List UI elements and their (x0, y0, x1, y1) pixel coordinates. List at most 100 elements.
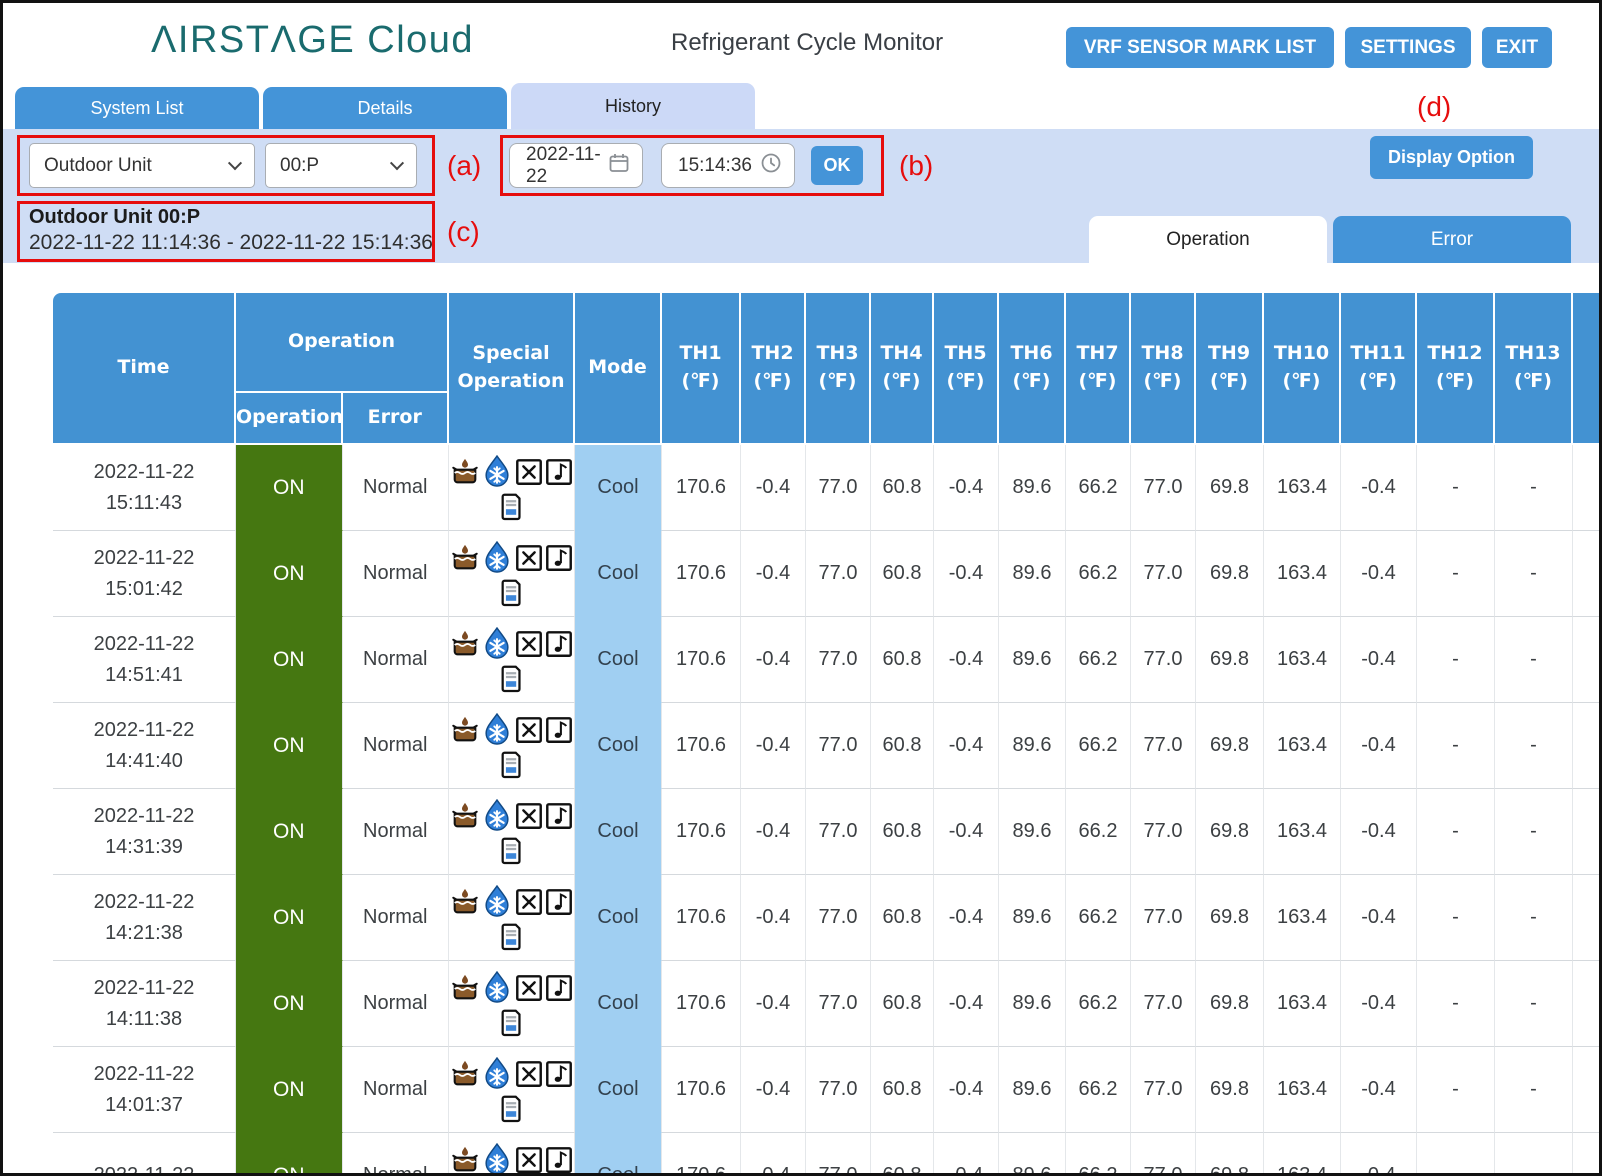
time-input[interactable]: 15:14:36 (661, 143, 795, 188)
table-row: 2022-11-2215:01:42ONNormalCool170.6-0.47… (53, 531, 1602, 617)
exit-button[interactable]: EXIT (1482, 27, 1552, 68)
column-header: TH13(℉) (1495, 293, 1573, 445)
table-cell: 89.6 (999, 961, 1066, 1047)
table-cell: 77.0 (806, 875, 871, 961)
table-cell: - (1417, 617, 1495, 703)
tab-details[interactable]: Details (263, 87, 507, 129)
subtab-operation[interactable]: Operation (1089, 216, 1327, 263)
special-operation-icons (449, 1143, 574, 1176)
table-cell: 2022-11-2215:11:43 (53, 445, 236, 531)
settings-button[interactable]: SETTINGS (1345, 27, 1471, 68)
table-cell: 89.6 (999, 703, 1066, 789)
unit-type-select-value: Outdoor Unit (44, 155, 152, 177)
date-input[interactable]: 2022-11-22 (509, 143, 643, 188)
table-cell: -0.4 (934, 703, 999, 789)
annotation-label-a: (a) (447, 150, 481, 182)
unit-select[interactable]: 00:P (265, 143, 417, 188)
table-cell: 163.4 (1264, 1133, 1341, 1176)
table-cell: -0.4 (741, 445, 806, 531)
table-cell: 170.6 (662, 789, 741, 875)
subtab-error[interactable]: Error (1333, 216, 1571, 263)
table-cell: 66.2 (1066, 1133, 1131, 1176)
table-cell: - (1417, 531, 1495, 617)
table-cell (449, 789, 575, 875)
tab-history[interactable]: History (511, 83, 755, 129)
display-option-button[interactable]: Display Option (1370, 136, 1533, 179)
table-cell (1573, 961, 1602, 1047)
table-cell: 170.6 (662, 531, 741, 617)
unit-type-select[interactable]: Outdoor Unit (29, 143, 255, 188)
column-header: Time (53, 293, 236, 445)
cancel-icon (514, 629, 544, 659)
table-cell: -0.4 (1341, 445, 1417, 531)
table-cell: 89.6 (999, 1133, 1066, 1176)
defrost-icon (480, 713, 514, 747)
column-header (1573, 293, 1602, 445)
table-cell: ON (236, 1047, 343, 1133)
clock-icon[interactable] (760, 152, 782, 180)
defrost-icon (480, 1143, 514, 1176)
table-cell: -0.4 (741, 1133, 806, 1176)
table-cell: Normal (343, 617, 450, 703)
table-cell: 69.8 (1196, 445, 1264, 531)
defrost-icon (480, 627, 514, 661)
special-operation-icons (449, 541, 574, 607)
table-cell: -0.4 (1341, 1133, 1417, 1176)
table-cell: - (1495, 1047, 1573, 1133)
defrost-icon (480, 799, 514, 833)
cancel-icon (514, 973, 544, 1003)
header-row-1: TimeOperationSpecial OperationModeTH1(℉)… (53, 293, 1602, 393)
table-cell: - (1495, 789, 1573, 875)
table-cell (1573, 703, 1602, 789)
table-cell (1573, 789, 1602, 875)
table-cell: 66.2 (1066, 1047, 1131, 1133)
special-operation-icons (449, 799, 574, 865)
capacity-save-icon (498, 575, 526, 607)
vrf-sensor-mark-list-button[interactable]: VRF SENSOR MARK LIST (1066, 27, 1334, 68)
ok-button[interactable]: OK (811, 146, 863, 185)
table-cell: -0.4 (1341, 875, 1417, 961)
table-cell: 77.0 (1131, 961, 1196, 1047)
oil-recovery-icon (450, 801, 480, 831)
table-row: 2022-11-2215:11:43ONNormalCool170.6-0.47… (53, 445, 1602, 531)
calendar-icon[interactable] (608, 152, 630, 180)
table-cell: - (1417, 789, 1495, 875)
table-cell: Normal (343, 445, 450, 531)
table-cell: 163.4 (1264, 531, 1341, 617)
table-cell: 163.4 (1264, 789, 1341, 875)
table-cell: -0.4 (741, 961, 806, 1047)
table-cell: Normal (343, 1047, 450, 1133)
capacity-save-icon (498, 1091, 526, 1123)
table-cell: 77.0 (1131, 445, 1196, 531)
table-cell: Normal (343, 1133, 450, 1176)
tab-system-list[interactable]: System List (15, 87, 259, 129)
column-header: TH4(℉) (871, 293, 934, 445)
column-header: TH10(℉) (1264, 293, 1341, 445)
column-header: TH5(℉) (934, 293, 999, 445)
table-cell: - (1495, 703, 1573, 789)
table-cell: Cool (575, 961, 662, 1047)
table-cell: 69.8 (1196, 703, 1264, 789)
table-cell: 89.6 (999, 617, 1066, 703)
column-header: Error (343, 393, 450, 445)
oil-recovery-icon (450, 973, 480, 1003)
table-cell: 77.0 (1131, 1047, 1196, 1133)
table-cell: Normal (343, 961, 450, 1047)
airstage-cloud-logo: ΛIRSTΛGE Cloud (151, 19, 474, 62)
table-cell: ON (236, 703, 343, 789)
table-cell: 170.6 (662, 617, 741, 703)
quiet-mode-icon (544, 715, 574, 745)
oil-recovery-icon (450, 629, 480, 659)
table-cell: - (1495, 617, 1573, 703)
column-header: Mode (575, 293, 662, 445)
table-cell: 170.6 (662, 1047, 741, 1133)
table-cell: 66.2 (1066, 531, 1131, 617)
quiet-mode-icon (544, 1145, 574, 1175)
table-cell: 163.4 (1264, 1047, 1341, 1133)
table-cell: - (1417, 703, 1495, 789)
quiet-mode-icon (544, 543, 574, 573)
table-cell: 170.6 (662, 961, 741, 1047)
table-cell (449, 703, 575, 789)
top-buttons: VRF SENSOR MARK LIST SETTINGS EXIT (1066, 27, 1552, 68)
chevron-down-icon (228, 156, 242, 170)
